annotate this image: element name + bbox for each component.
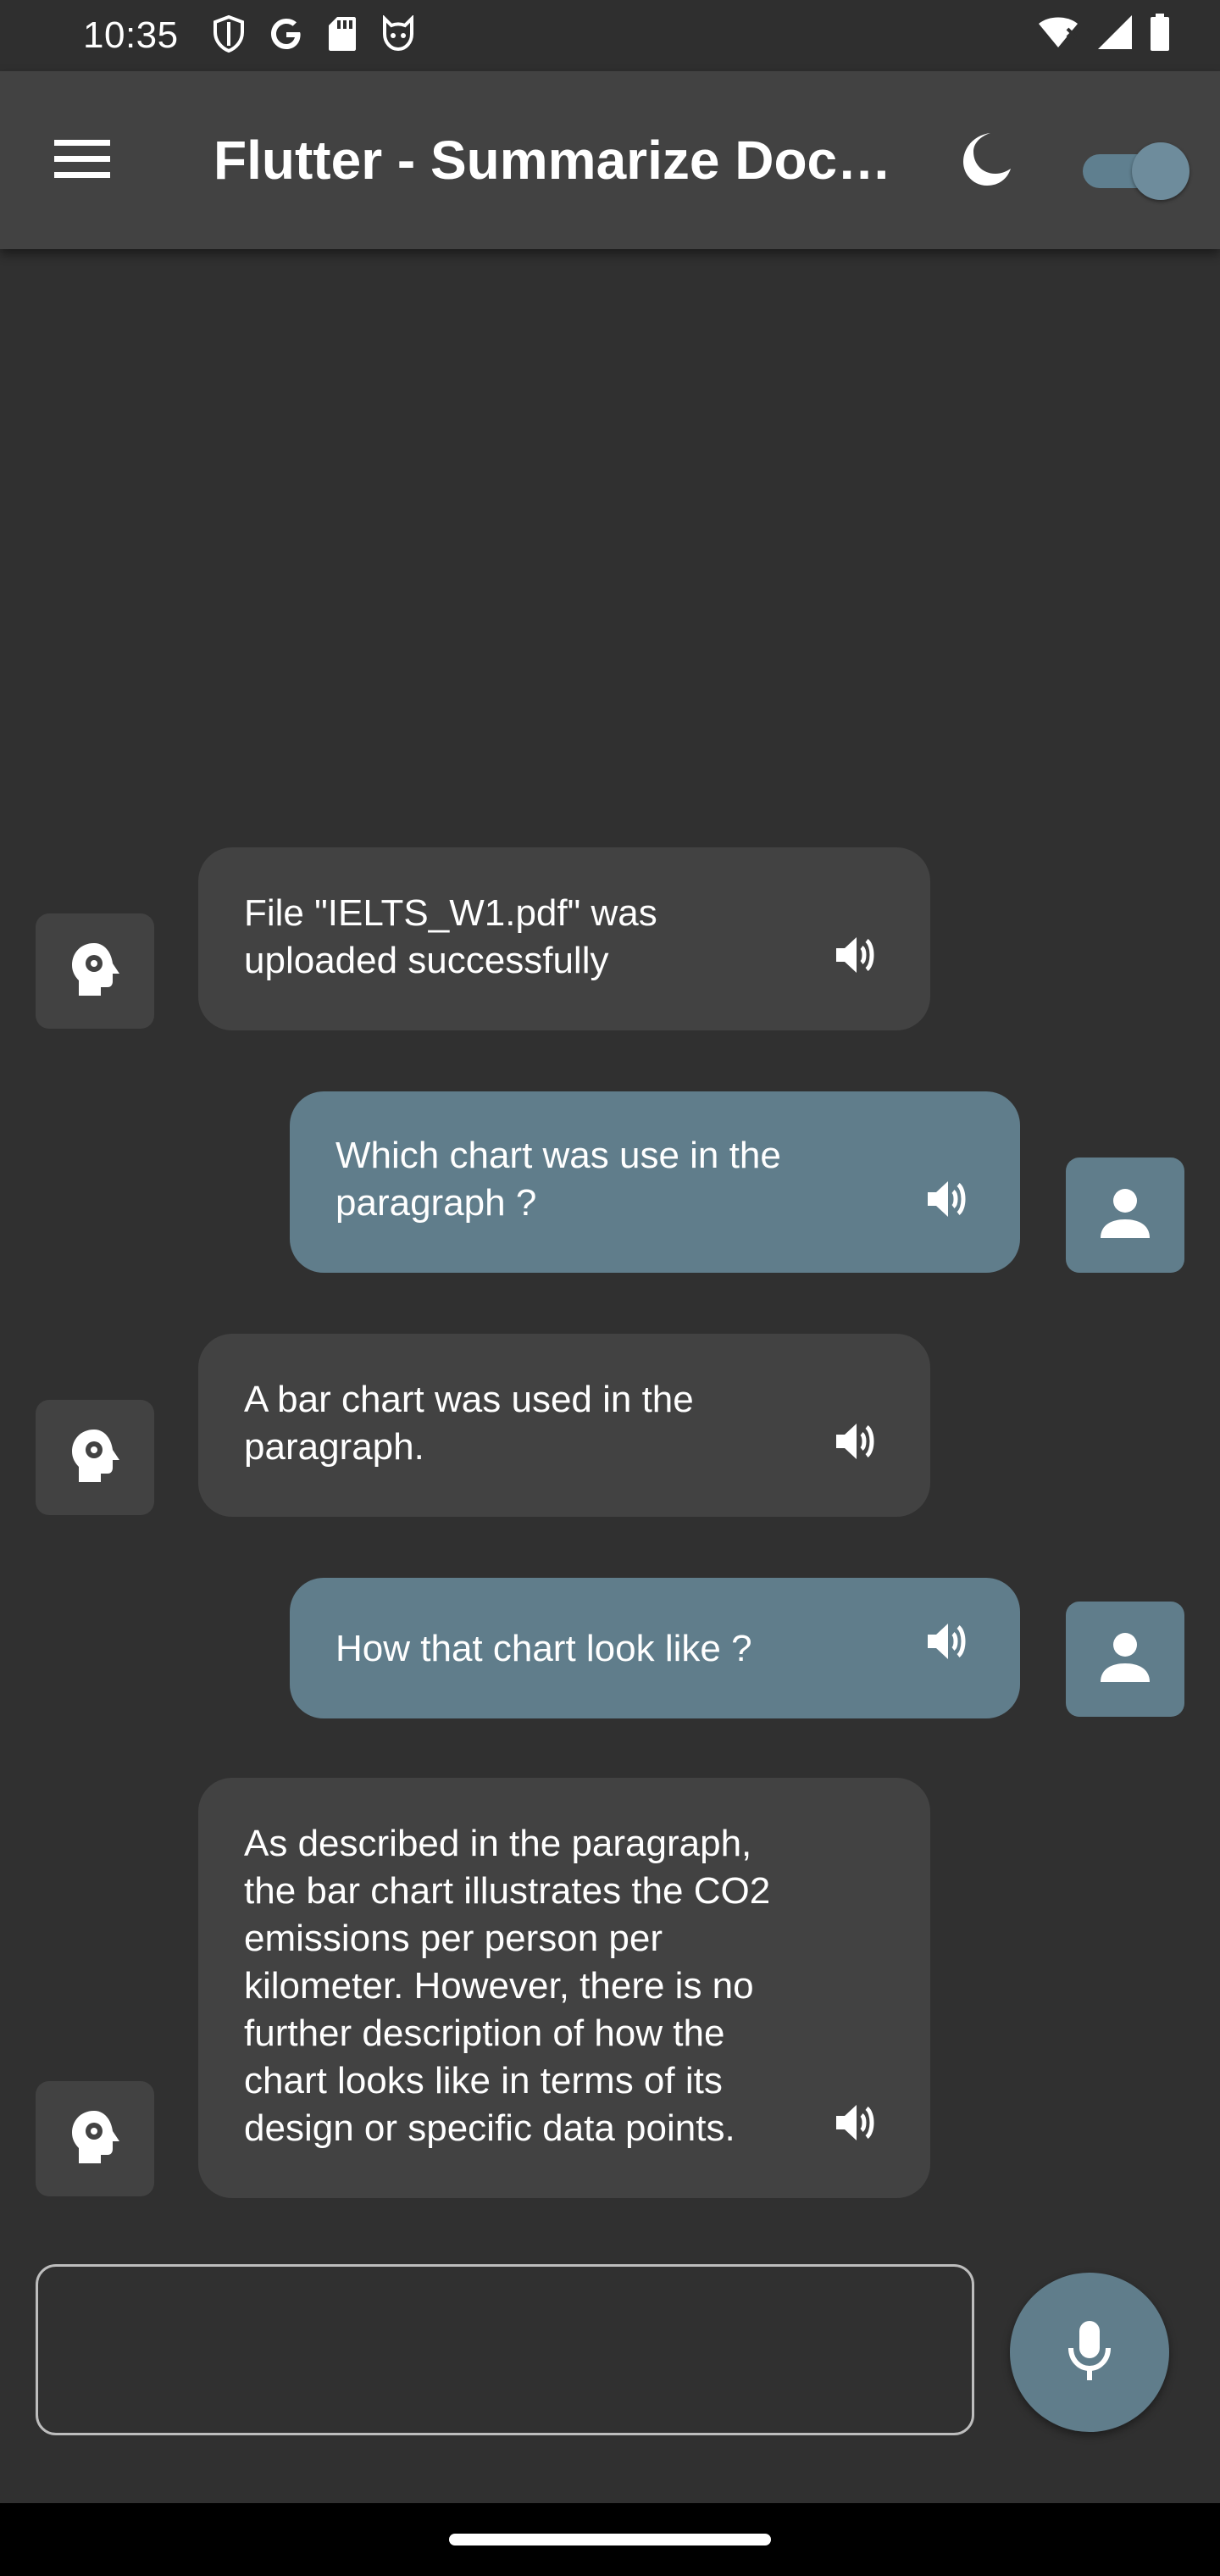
menu-button[interactable] <box>44 122 120 198</box>
wifi-icon <box>1037 14 1079 55</box>
volume-up-icon <box>835 2103 877 2154</box>
speak-button[interactable] <box>824 929 888 993</box>
message-line: File "IELTS_W1.pdf" was <box>244 892 657 934</box>
psychology-icon <box>69 2109 121 2169</box>
person-icon <box>1099 1187 1151 1244</box>
mic-icon <box>1068 2319 1112 2386</box>
app-bar: Flutter - Summarize Document <box>0 71 1220 249</box>
battery-icon <box>1151 14 1169 55</box>
message-line: paragraph ? <box>336 1182 537 1224</box>
user-avatar <box>1066 1158 1184 1273</box>
message-line: How that chart look like ? <box>336 1628 752 1669</box>
message-bubble-user: Which chart was use in the paragraph ? <box>290 1091 1020 1273</box>
sd-card-icon <box>327 15 358 57</box>
psychology-icon <box>69 941 121 1002</box>
message-text: As described in the paragraph, the bar c… <box>244 1820 829 2152</box>
status-system-icons <box>1037 14 1169 55</box>
psychology-icon <box>69 1428 121 1488</box>
bot-avatar <box>36 913 154 1029</box>
speak-button[interactable] <box>915 1173 979 1237</box>
switch-thumb <box>1132 142 1190 200</box>
message-bubble-bot: A bar chart was used in the paragraph. <box>198 1334 930 1517</box>
bot-avatar <box>36 2081 154 2196</box>
speak-button[interactable] <box>915 1615 979 1679</box>
home-gesture-handle[interactable] <box>449 2534 771 2545</box>
message-line: the bar chart illustrates the CO2 <box>244 1870 771 1912</box>
message-text: File "IELTS_W1.pdf" was uploaded success… <box>244 890 820 985</box>
person-icon <box>1099 1631 1151 1688</box>
moon-icon <box>957 130 1016 193</box>
message-bubble-bot: As described in the paragraph, the bar c… <box>198 1778 930 2198</box>
volume-up-icon <box>926 1180 968 1230</box>
status-notification-icons <box>212 14 417 57</box>
message-line: A bar chart was used in the <box>244 1379 694 1420</box>
user-avatar <box>1066 1602 1184 1717</box>
bot-avatar <box>36 1400 154 1515</box>
message-line: paragraph. <box>244 1426 424 1468</box>
speak-button[interactable] <box>824 1415 888 1480</box>
message-text: How that chart look like ? <box>336 1625 912 1673</box>
message-text: A bar chart was used in the paragraph. <box>244 1376 820 1471</box>
message-line: kilometer. However, there is no <box>244 1965 754 2007</box>
status-bar: 10:35 <box>0 0 1220 71</box>
message-line: chart looks like in terms of its <box>244 2060 723 2101</box>
dark-mode-switch[interactable] <box>1078 141 1190 200</box>
google-icon <box>268 15 305 57</box>
menu-icon <box>54 138 110 183</box>
volume-up-icon <box>835 1422 877 1473</box>
theme-mode-button[interactable] <box>949 124 1023 198</box>
signal-icon <box>1096 14 1134 55</box>
message-line: uploaded successfully <box>244 940 609 981</box>
message-bubble-bot: File "IELTS_W1.pdf" was uploaded success… <box>198 847 930 1030</box>
cat-face-icon <box>380 14 417 57</box>
mic-button[interactable] <box>1010 2273 1169 2432</box>
message-line: Which chart was use in the <box>336 1135 781 1176</box>
message-line: design or specific data points. <box>244 2107 735 2149</box>
message-input[interactable] <box>36 2264 974 2435</box>
volume-up-icon <box>926 1622 968 1673</box>
message-text: Which chart was use in the paragraph ? <box>336 1132 912 1227</box>
app-title: Flutter - Summarize Document <box>214 130 908 191</box>
status-time: 10:35 <box>83 14 179 56</box>
volume-up-icon <box>835 935 877 986</box>
message-line: As described in the paragraph, <box>244 1823 752 1864</box>
system-nav-bar <box>0 2503 1220 2576</box>
message-line: further description of how the <box>244 2012 725 2054</box>
message-bubble-user: How that chart look like ? <box>290 1578 1020 1718</box>
speak-button[interactable] <box>824 2096 888 2161</box>
shield-icon <box>212 14 246 57</box>
message-line: emissions per person per <box>244 1918 663 1959</box>
